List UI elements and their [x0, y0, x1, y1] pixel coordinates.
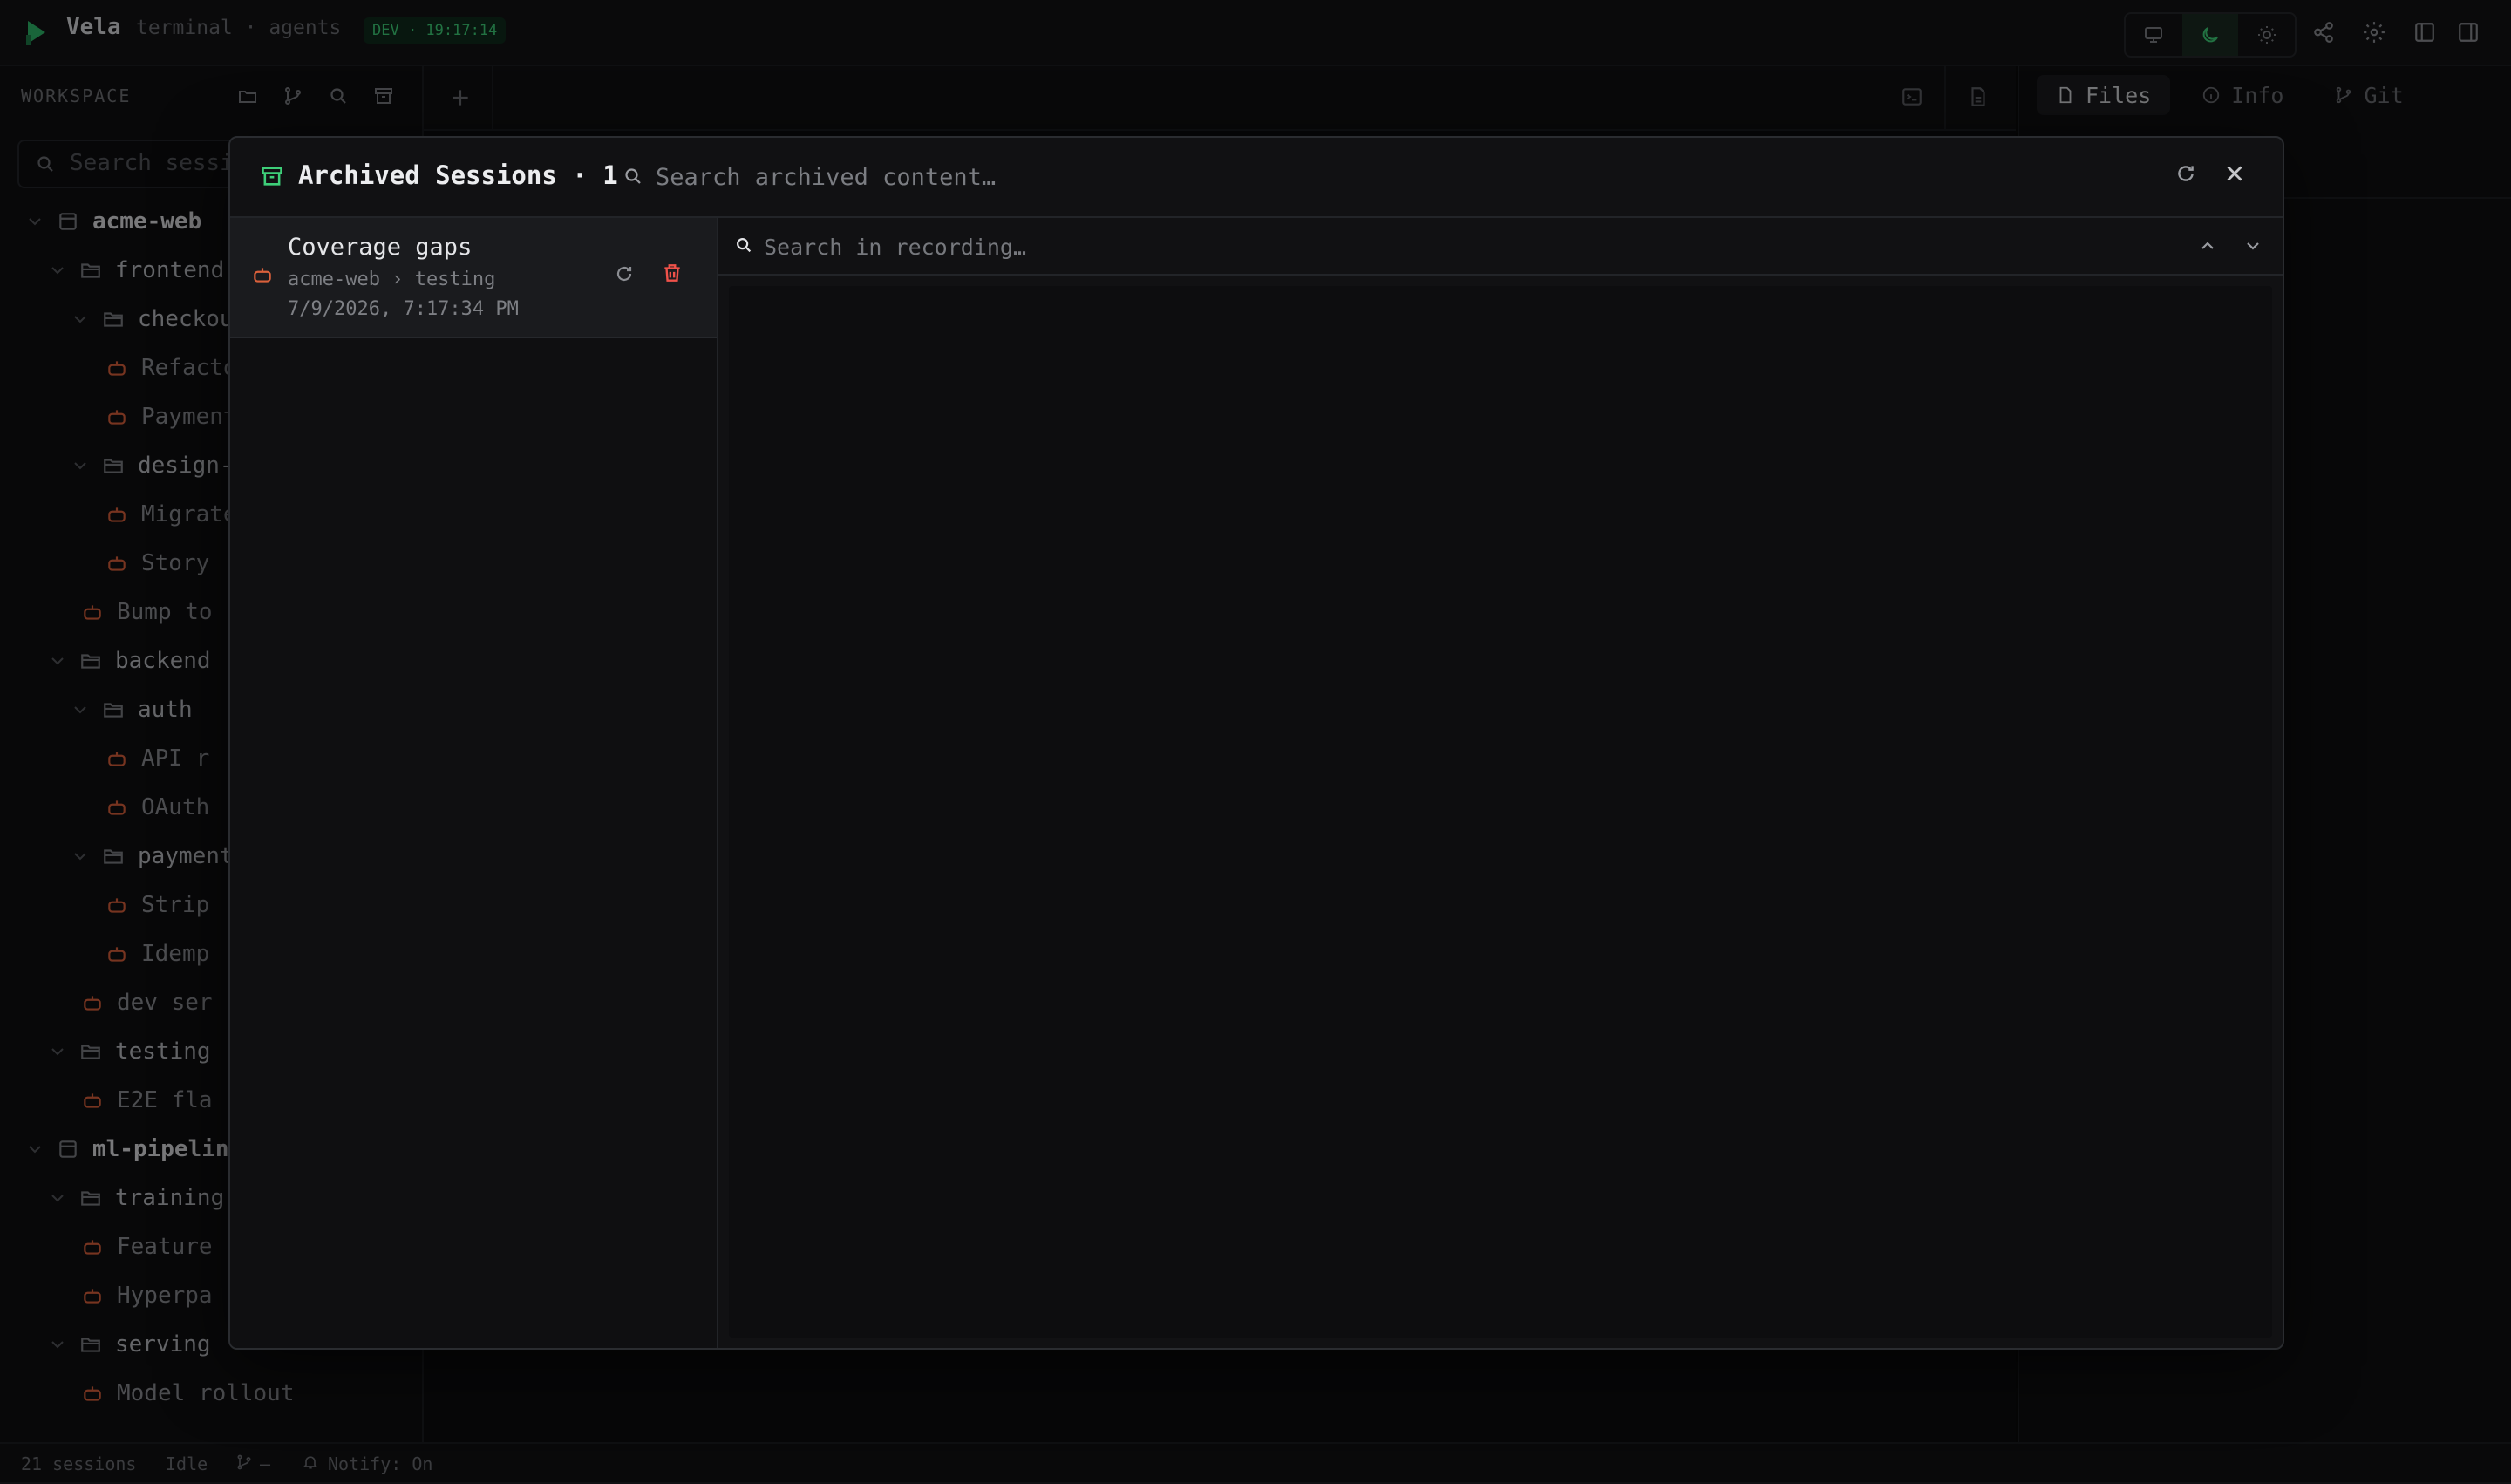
recording-search-bar — [718, 218, 2283, 276]
agent-bot-icon — [251, 263, 274, 286]
archived-session-list: Coverage gaps acme-web › testing 7/9/202… — [230, 218, 718, 1348]
recording-viewer — [718, 218, 2283, 1348]
search-icon — [623, 166, 643, 187]
modal-title: Archived Sessions · 1 — [298, 160, 618, 190]
archive-icon — [260, 164, 284, 188]
archived-session-path: acme-web › testing — [288, 269, 496, 290]
archived-session-date: 7/9/2026, 7:17:34 PM — [288, 298, 519, 320]
archived-search-input[interactable] — [654, 155, 1965, 199]
refresh-icon[interactable] — [2174, 162, 2197, 185]
modal-header: Archived Sessions · 1 — [230, 138, 2283, 218]
archived-sessions-modal: Archived Sessions · 1 Coverage gaps acme… — [228, 136, 2284, 1350]
search-icon — [734, 235, 753, 255]
recording-content — [729, 286, 2272, 1338]
trash-icon[interactable] — [661, 262, 684, 284]
recording-search-input[interactable] — [762, 227, 2161, 267]
chevron-up-icon[interactable] — [2197, 235, 2218, 256]
close-icon[interactable] — [2222, 160, 2248, 187]
restore-icon[interactable] — [614, 263, 635, 284]
archived-session-item[interactable]: Coverage gaps acme-web › testing 7/9/202… — [230, 218, 717, 338]
chevron-down-icon[interactable] — [2242, 235, 2263, 256]
archived-session-title: Coverage gaps — [288, 234, 473, 261]
